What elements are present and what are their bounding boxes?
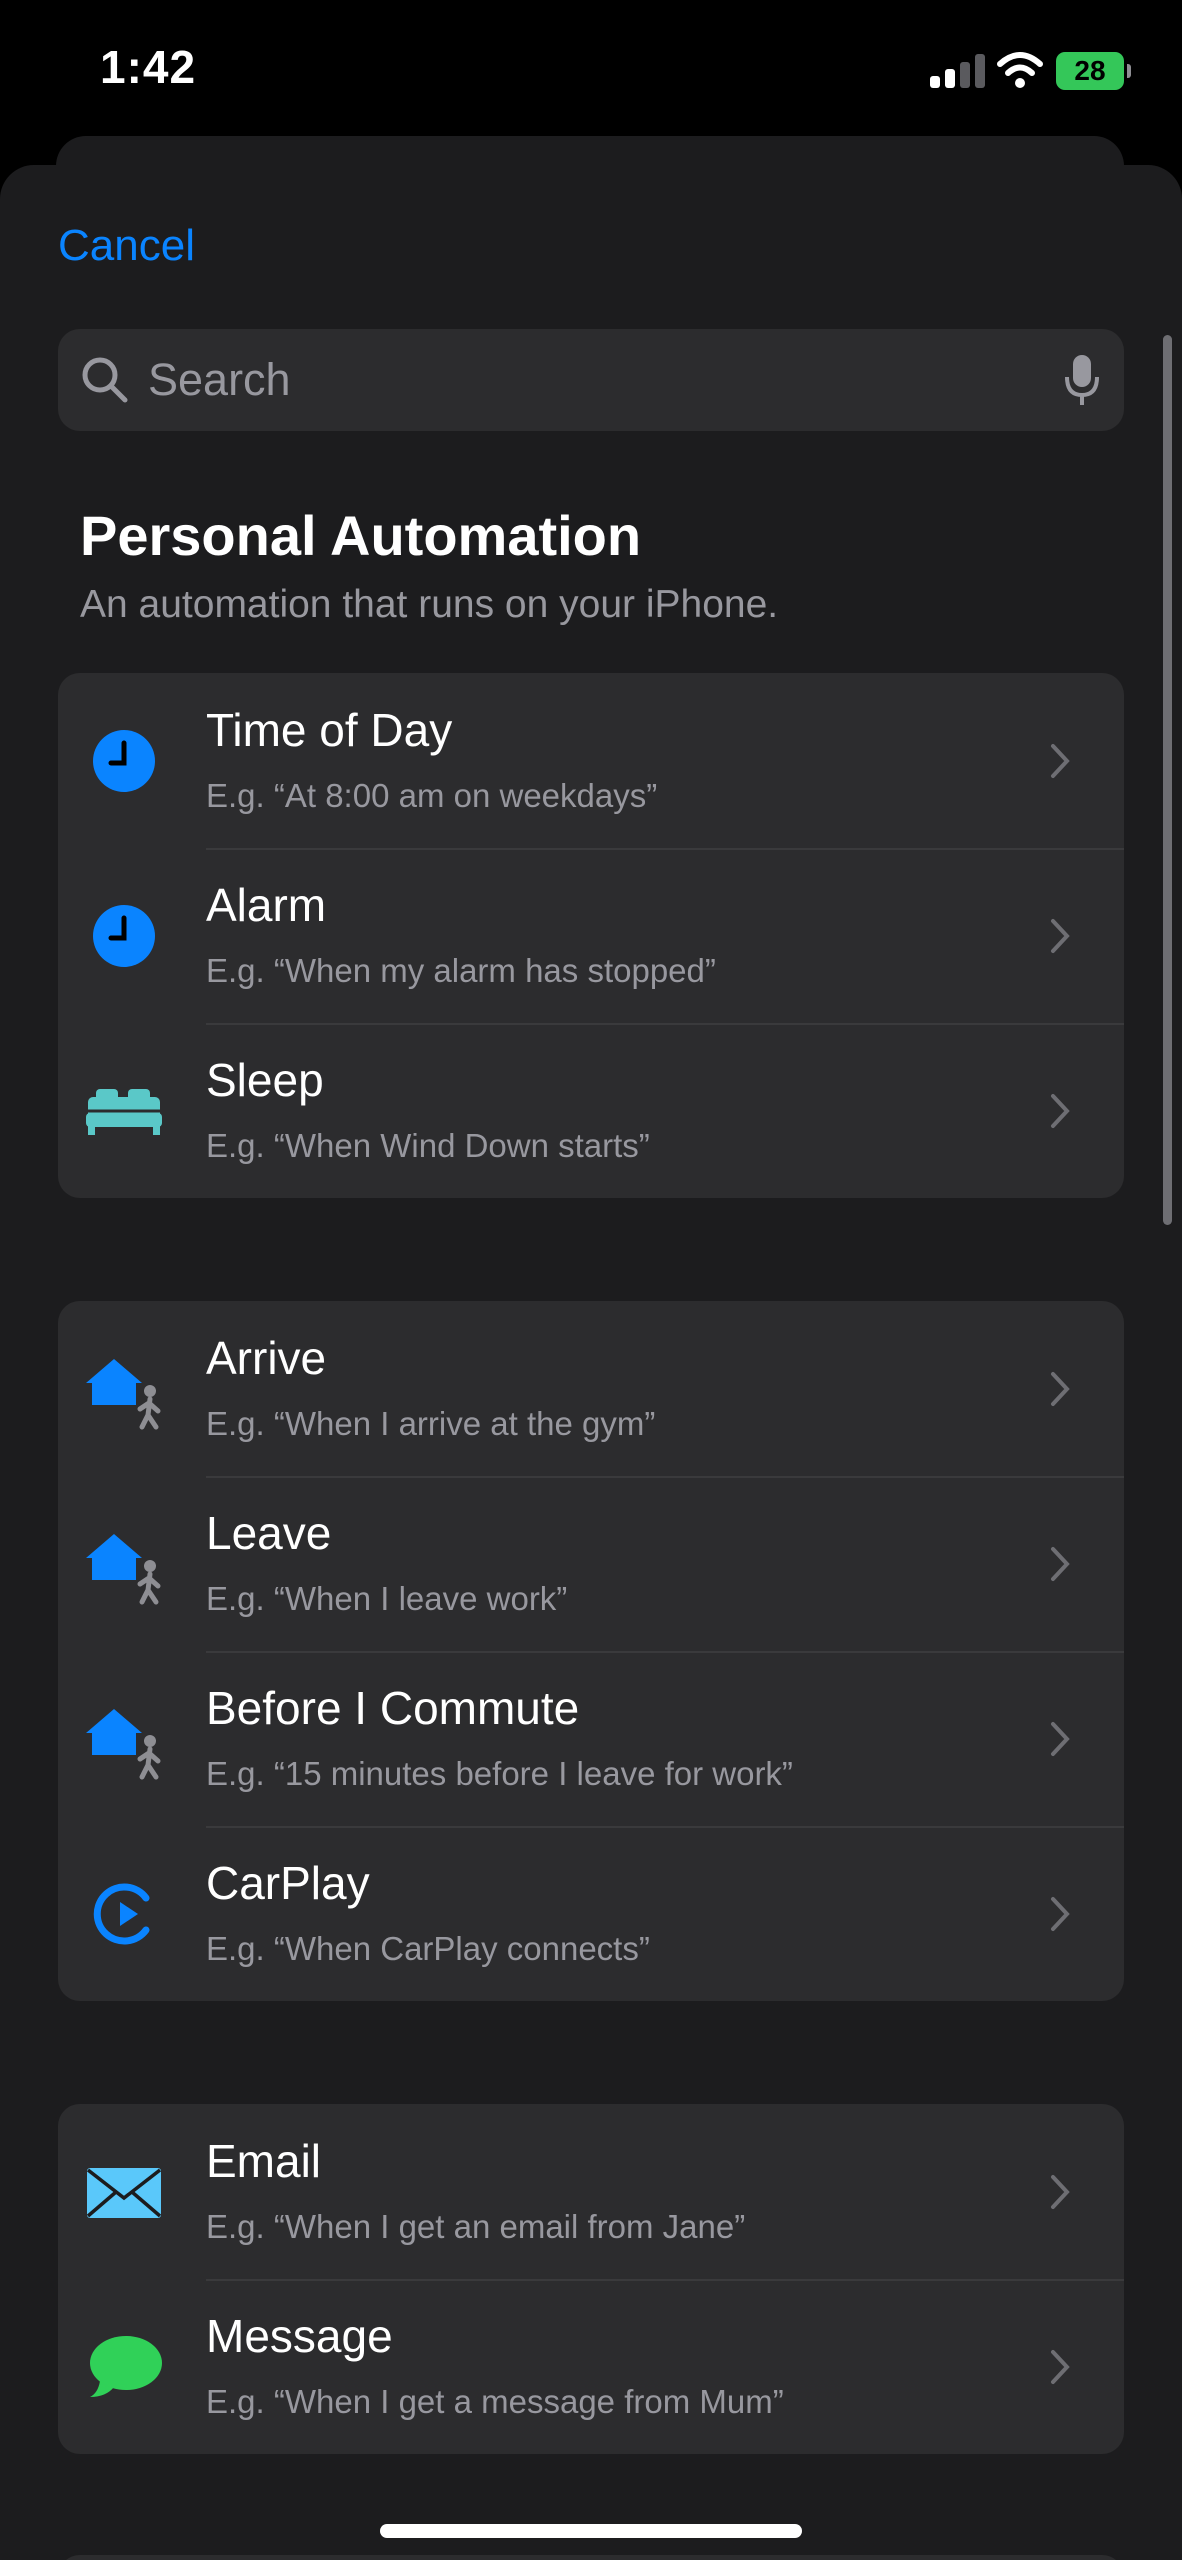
section-title: Personal Automation [80, 504, 642, 567]
row-title: Sleep [206, 1054, 324, 1106]
chevron-right-icon [1051, 2174, 1070, 2209]
list-item-before-i-commute[interactable]: Before I Commute E.g. “15 minutes before… [58, 1651, 1124, 1826]
row-subtitle: E.g. “15 minutes before I leave for work… [206, 1755, 793, 1792]
row-title: Arrive [206, 1332, 327, 1384]
chevron-right-icon [1051, 1093, 1070, 1128]
automation-sheet: Cancel Search Personal Automation An aut… [0, 165, 1182, 2560]
location-triggers-group: Arrive E.g. “When I arrive at the gym” L… [58, 1301, 1124, 2001]
list-item-carplay[interactable]: CarPlay E.g. “When CarPlay connects” [58, 1826, 1124, 2001]
chevron-right-icon [1051, 918, 1070, 953]
clock-icon [93, 904, 155, 967]
time-triggers-group: Time of Day E.g. “At 8:00 am on weekdays… [58, 673, 1124, 1198]
carplay-icon [93, 1883, 150, 1944]
list-item-arrive[interactable]: Arrive E.g. “When I arrive at the gym” [58, 1301, 1124, 1476]
search-placeholder: Search [148, 354, 291, 405]
next-group-peek [58, 2555, 1124, 2560]
wifi-icon [997, 52, 1043, 88]
home-walker-icon [86, 1358, 161, 1429]
chevron-right-icon [1051, 743, 1070, 778]
row-subtitle: E.g. “When I get an email from Jane” [206, 2208, 746, 2245]
list-item-message[interactable]: Message E.g. “When I get a message from … [58, 2279, 1124, 2454]
status-time: 1:42 [100, 41, 197, 93]
row-title: CarPlay [206, 1857, 370, 1909]
home-walker-icon [86, 1708, 161, 1779]
scroll-indicator[interactable] [1163, 335, 1172, 1225]
row-subtitle: E.g. “When I leave work” [206, 1580, 568, 1617]
row-title: Time of Day [206, 704, 453, 756]
cancel-button[interactable]: Cancel [58, 221, 195, 271]
chevron-right-icon [1051, 1371, 1070, 1406]
row-title: Message [206, 2310, 393, 2362]
row-subtitle: E.g. “When CarPlay connects” [206, 1930, 650, 1967]
row-title: Leave [206, 1507, 332, 1559]
cellular-signal-icon [930, 54, 986, 88]
chevron-right-icon [1051, 1721, 1070, 1756]
home-walker-icon [86, 1533, 161, 1604]
chevron-right-icon [1051, 1546, 1070, 1581]
row-title: Email [206, 2135, 322, 2187]
list-item-alarm[interactable]: Alarm E.g. “When my alarm has stopped” [58, 848, 1124, 1023]
microphone-icon[interactable] [1064, 353, 1100, 407]
row-subtitle: E.g. “When I arrive at the gym” [206, 1405, 656, 1442]
battery-level: 28 [1074, 55, 1106, 86]
section-subtitle: An automation that runs on your iPhone. [80, 583, 779, 626]
clock-icon [93, 729, 155, 792]
chevron-right-icon [1051, 2349, 1070, 2384]
search-icon [82, 357, 128, 403]
search-field[interactable]: Search [58, 329, 1124, 431]
list-item-time-of-day[interactable]: Time of Day E.g. “At 8:00 am on weekdays… [58, 673, 1124, 848]
envelope-icon [86, 2167, 162, 2218]
battery-indicator: 28 [1056, 52, 1131, 90]
row-title: Alarm [206, 879, 327, 931]
list-item-leave[interactable]: Leave E.g. “When I leave work” [58, 1476, 1124, 1651]
row-title: Before I Commute [206, 1682, 580, 1734]
row-subtitle: E.g. “At 8:00 am on weekdays” [206, 777, 658, 814]
home-indicator[interactable] [380, 2524, 802, 2538]
list-item-sleep[interactable]: Sleep E.g. “When Wind Down starts” [58, 1023, 1124, 1198]
bed-icon [86, 1088, 162, 1135]
status-bar: 1:42 28 [0, 0, 1182, 150]
row-subtitle: E.g. “When I get a message from Mum” [206, 2383, 784, 2420]
chevron-right-icon [1051, 1896, 1070, 1931]
message-bubble-icon [90, 2335, 162, 2397]
communication-triggers-group: Email E.g. “When I get an email from Jan… [58, 2104, 1124, 2454]
list-item-email[interactable]: Email E.g. “When I get an email from Jan… [58, 2104, 1124, 2279]
row-subtitle: E.g. “When Wind Down starts” [206, 1127, 650, 1164]
row-subtitle: E.g. “When my alarm has stopped” [206, 952, 716, 989]
